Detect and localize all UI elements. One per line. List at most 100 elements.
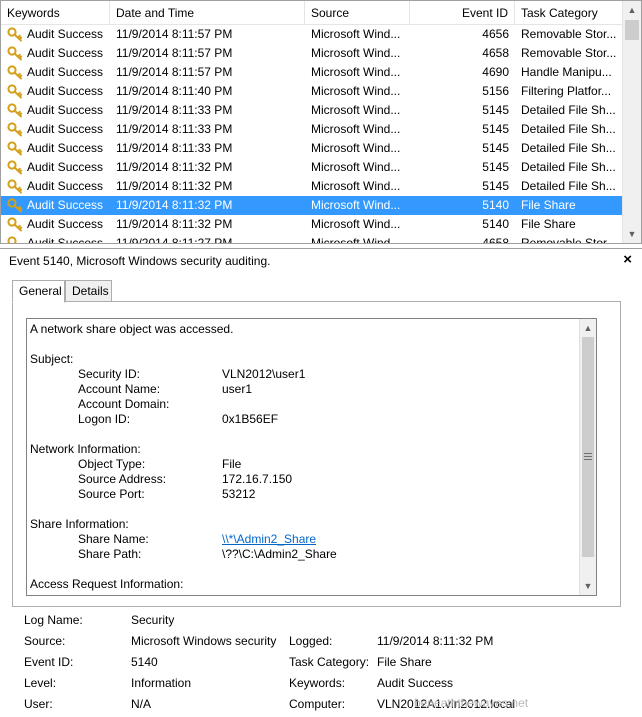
event-id-cell: 5140 [482,217,509,231]
source-cell: Microsoft Wind... [311,122,401,136]
column-header-task-category[interactable]: Task Category [515,1,623,25]
table-row[interactable]: Audit Success 11/9/2014 8:11:33 PM Microso… [1,101,623,120]
datetime-cell: 11/9/2014 8:11:32 PM [116,217,233,231]
key-icon [7,160,23,175]
account-name-value: user1 [222,382,253,396]
task-category-cell: Detailed File Sh... [521,160,616,174]
task-category-label: Task Category: [289,655,370,669]
key-icon [7,46,23,61]
task-category-cell: File Share [521,217,576,231]
event-id-cell: 5156 [482,84,509,98]
event-id-cell: 5145 [482,122,509,136]
source-port-value: 53212 [222,487,256,501]
key-icon [7,179,23,194]
tab-details[interactable]: Details [65,280,112,302]
account-domain-label: Account Domain: [78,397,170,411]
scroll-thumb[interactable] [582,337,594,557]
share-name-link[interactable]: \\*\Admin2_Share [222,532,316,546]
scroll-up-icon[interactable]: ▲ [623,1,641,19]
scroll-thumb[interactable] [625,20,639,40]
key-icon [7,122,23,137]
datetime-cell: 11/9/2014 8:11:57 PM [116,27,233,41]
task-category-cell: Removable Stor... [521,27,617,41]
user-label: User: [24,697,53,711]
scroll-down-icon[interactable]: ▼ [623,225,641,243]
event-id-cell: 4658 [482,46,509,60]
table-row[interactable]: Audit Success 11/9/2014 8:11:32 PM Microso… [1,215,623,234]
task-category-value: File Share [377,655,432,669]
task-category-cell: Detailed File Sh... [521,103,616,117]
task-category-cell: Detailed File Sh... [521,179,616,193]
table-row[interactable]: Audit Success 11/9/2014 8:11:32 PM Microso… [1,158,623,177]
table-row[interactable]: Audit Success 11/9/2014 8:11:40 PM Microso… [1,82,623,101]
scroll-down-icon[interactable]: ▼ [580,577,596,595]
scroll-up-icon[interactable]: ▲ [580,319,596,337]
description-summary: A network share object was accessed. [30,322,234,336]
keywords-label: Keywords: [289,676,346,690]
keyword-cell: Audit Success [27,46,104,60]
account-name-label: Account Name: [78,382,161,396]
user-value: N/A [131,697,152,711]
key-icon [7,217,23,232]
description-scrollbar[interactable]: ▲ ▼ [579,319,596,595]
security-id-label: Security ID: [78,367,141,381]
logon-id-label: Logon ID: [78,412,131,426]
column-header-source[interactable]: Source [305,1,410,25]
object-type-value: File [222,457,242,471]
source-cell: Microsoft Wind... [311,179,401,193]
table-row[interactable]: Audit Success 11/9/2014 8:11:27 PM Microso… [1,234,623,244]
share-name-label: Share Name: [78,532,149,546]
table-row[interactable]: Audit Success 11/9/2014 8:11:57 PM Microso… [1,63,623,82]
source-cell: Microsoft Wind... [311,141,401,155]
task-category-cell: Handle Manipu... [521,65,612,79]
datetime-cell: 11/9/2014 8:11:33 PM [116,122,233,136]
event-detail-title: Event 5140, Microsoft Windows security a… [9,254,271,268]
datetime-cell: 11/9/2014 8:11:40 PM [116,84,233,98]
keyword-cell: Audit Success [27,198,104,212]
event-list-scrollbar[interactable]: ▲ ▼ [622,1,641,243]
table-row[interactable]: Audit Success 11/9/2014 8:11:32 PM Microso… [1,177,623,196]
source-port-label: Source Port: [78,487,145,501]
keyword-cell: Audit Success [27,103,104,117]
keyword-cell: Audit Success [27,217,104,231]
event-detail-titlebar: Event 5140, Microsoft Windows security a… [0,248,642,272]
datetime-cell: 11/9/2014 8:11:57 PM [116,65,233,79]
level-label: Level: [24,676,57,690]
source-label: Source: [24,634,66,648]
column-header-keywords[interactable]: Keywords [1,1,110,25]
keywords-value: Audit Success [377,676,454,690]
source-address-value: 172.16.7.150 [222,472,293,486]
event-list[interactable]: Keywords Date and Time Source Event ID T… [0,0,642,244]
tab-general[interactable]: General [12,280,65,303]
access-request-header: Access Request Information: [30,577,184,591]
event-id-cell: 4658 [482,236,509,244]
column-header-date-time[interactable]: Date and Time [110,1,305,25]
datetime-cell: 11/9/2014 8:11:27 PM [116,236,233,244]
datetime-cell: 11/9/2014 8:11:32 PM [116,179,233,193]
event-description-box[interactable]: A network share object was accessed. Sub… [26,318,597,596]
table-row[interactable]: Audit Success 11/9/2014 8:11:33 PM Microso… [1,139,623,158]
task-category-cell: Filtering Platfor... [521,84,612,98]
key-icon [7,103,23,118]
logged-value: 11/9/2014 8:11:32 PM [377,634,494,648]
table-row[interactable]: Audit Success 11/9/2014 8:11:32 PM Microso… [1,196,623,215]
share-header: Share Information: [30,517,129,531]
level-value: Information [131,676,192,690]
event-list-header: Keywords Date and Time Source Event ID T… [1,1,623,25]
source-cell: Microsoft Wind... [311,160,401,174]
column-header-event-id[interactable]: Event ID [410,1,515,25]
event-id-cell: 4656 [482,27,509,41]
table-row[interactable]: Audit Success 11/9/2014 8:11:57 PM Microso… [1,25,623,44]
keyword-cell: Audit Success [27,122,104,136]
keyword-cell: Audit Success [27,160,104,174]
table-row[interactable]: Audit Success 11/9/2014 8:11:57 PM Microso… [1,44,623,63]
datetime-cell: 11/9/2014 8:11:33 PM [116,103,233,117]
table-row[interactable]: Audit Success 11/9/2014 8:11:33 PM Microso… [1,120,623,139]
datetime-cell: 11/9/2014 8:11:57 PM [116,46,233,60]
log-name-value: Security [131,613,175,627]
event-id-cell: 5140 [482,198,509,212]
computer-label: Computer: [289,697,346,711]
source-cell: Microsoft Wind... [311,103,401,117]
watermark: beneaththewaves.net [414,696,529,710]
close-icon[interactable]: × [623,251,632,268]
